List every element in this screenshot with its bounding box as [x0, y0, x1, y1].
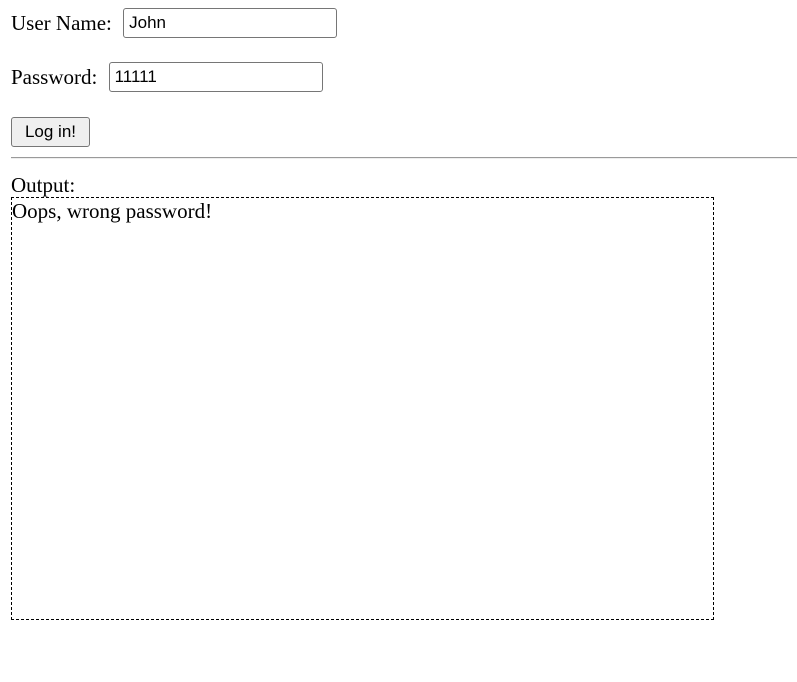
password-label: Password: [11, 65, 103, 89]
password-row: Password: [11, 62, 323, 92]
output-message: Oops, wrong password! [12, 199, 213, 223]
password-input[interactable] [108, 62, 323, 92]
username-row: User Name: [11, 8, 338, 38]
output-box: Oops, wrong password! [11, 197, 714, 620]
submit-row: Log in! [11, 117, 90, 147]
login-page: User Name: Password: Log in! Output: Oop… [0, 0, 797, 682]
output-label: Output: [11, 173, 76, 197]
login-button[interactable]: Log in! [11, 117, 90, 147]
username-label: User Name: [11, 11, 118, 35]
divider [11, 157, 797, 159]
username-input[interactable] [123, 8, 338, 38]
